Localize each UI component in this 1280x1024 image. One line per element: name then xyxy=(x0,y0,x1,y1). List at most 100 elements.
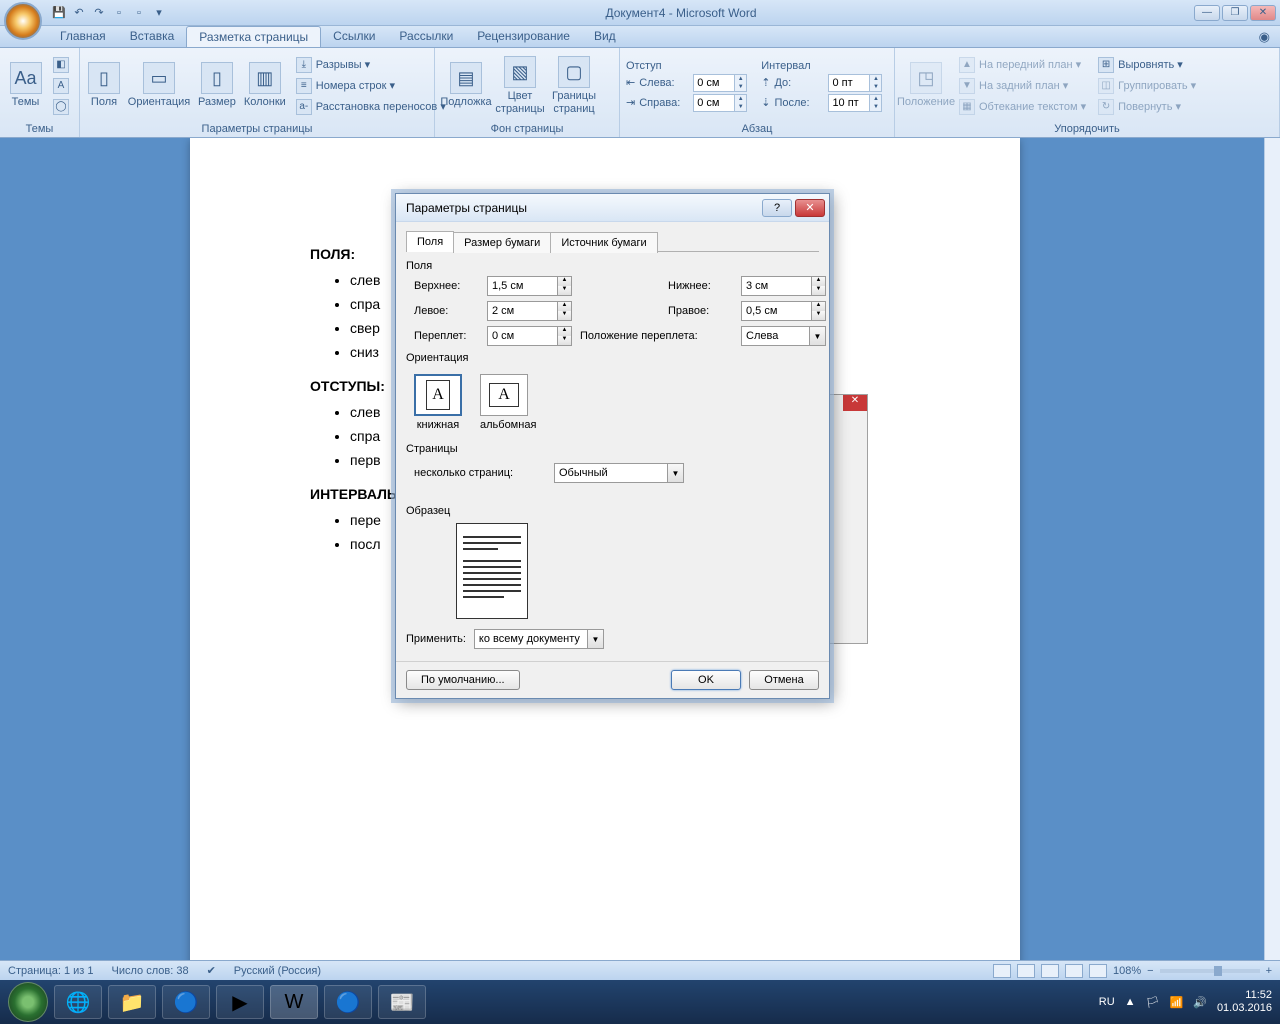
ok-button[interactable]: OK xyxy=(671,670,741,690)
qat-more-icon[interactable]: ▾ xyxy=(150,4,168,22)
tray-language[interactable]: RU xyxy=(1099,996,1115,1008)
status-language[interactable]: Русский (Россия) xyxy=(234,965,321,977)
status-page[interactable]: Страница: 1 из 1 xyxy=(8,965,94,977)
tray-network-icon[interactable]: 📶 xyxy=(1170,996,1184,1009)
theme-fonts-button[interactable]: A xyxy=(49,76,73,96)
taskbar-word[interactable]: W xyxy=(270,985,318,1019)
dialog-tab-source[interactable]: Источник бумаги xyxy=(550,232,657,253)
multi-pages-combo[interactable]: Обычный▼ xyxy=(554,463,684,483)
taskbar-explorer[interactable]: 📁 xyxy=(108,985,156,1019)
view-print-layout[interactable] xyxy=(993,964,1011,978)
watermark-icon: ▤ xyxy=(450,62,482,94)
tab-insert[interactable]: Вставка xyxy=(118,26,187,47)
margin-top-input[interactable] xyxy=(488,277,557,295)
theme-colors-button[interactable]: ◧ xyxy=(49,55,73,75)
columns-button[interactable]: ▥Колонки xyxy=(242,60,288,110)
themes-button[interactable]: AaТемы xyxy=(6,60,45,110)
gutter-pos-combo[interactable]: Слева▼ xyxy=(741,326,826,346)
vertical-scrollbar[interactable] xyxy=(1264,138,1280,960)
gutter-input[interactable] xyxy=(488,327,557,345)
orientation-button[interactable]: ▭Ориентация xyxy=(126,60,192,110)
spacing-before-spinner[interactable]: ▲▼ xyxy=(828,74,882,92)
spacing-after-spinner[interactable]: ▲▼ xyxy=(828,94,882,112)
close-button[interactable]: ✕ xyxy=(1250,5,1276,21)
tab-review[interactable]: Рецензирование xyxy=(465,26,582,47)
indent-right-input[interactable] xyxy=(694,97,734,109)
theme-effects-button[interactable]: ◯ xyxy=(49,97,73,117)
minimize-button[interactable]: — xyxy=(1194,5,1220,21)
breaks-button[interactable]: ⤓Разрывы ▾ xyxy=(292,55,450,75)
qat-icon[interactable]: ▫ xyxy=(130,4,148,22)
tray-flag-icon[interactable]: 🏳 xyxy=(1146,996,1160,1009)
spacing-after-input[interactable] xyxy=(829,97,869,109)
help-icon[interactable]: ◉ xyxy=(1259,29,1270,45)
page-borders-button[interactable]: ▢Границы страниц xyxy=(549,54,599,116)
hyphenation-button[interactable]: a-Расстановка переносов ▾ xyxy=(292,97,450,117)
save-icon[interactable]: 💾 xyxy=(50,4,68,22)
spacing-after-icon: ⇣ xyxy=(761,96,770,109)
tab-page-layout[interactable]: Разметка страницы xyxy=(186,26,321,47)
chevron-down-icon: ▼ xyxy=(587,630,603,648)
orientation-portrait[interactable]: A книжная xyxy=(414,374,462,431)
margins-button[interactable]: ▯Поля xyxy=(86,60,122,110)
tray-up-icon[interactable]: ▲ xyxy=(1125,996,1136,1008)
tab-view[interactable]: Вид xyxy=(582,26,628,47)
margin-right-spinner[interactable]: ▲▼ xyxy=(741,301,826,321)
view-draft[interactable] xyxy=(1089,964,1107,978)
dialog-close-button[interactable]: ✕ xyxy=(795,199,825,217)
indent-left-input[interactable] xyxy=(694,77,734,89)
undo-icon[interactable]: ↶ xyxy=(70,4,88,22)
close-icon[interactable]: ✕ xyxy=(843,395,867,411)
status-word-count[interactable]: Число слов: 38 xyxy=(112,965,189,977)
zoom-in-button[interactable]: + xyxy=(1266,965,1272,977)
office-button[interactable] xyxy=(4,2,42,40)
group-themes-label: Темы xyxy=(6,121,73,137)
taskbar-chrome-2[interactable]: 🔵 xyxy=(324,985,372,1019)
spacing-before-input[interactable] xyxy=(829,77,869,89)
tray-clock[interactable]: 11:52 01.03.2016 xyxy=(1217,989,1272,1015)
tab-references[interactable]: Ссылки xyxy=(321,26,387,47)
line-numbers-button[interactable]: ≡Номера строк ▾ xyxy=(292,76,450,96)
taskbar-app[interactable]: 📰 xyxy=(378,985,426,1019)
taskbar-chrome[interactable]: 🔵 xyxy=(162,985,210,1019)
indent-left-spinner[interactable]: ▲▼ xyxy=(693,74,747,92)
watermark-button[interactable]: ▤Подложка xyxy=(441,60,491,110)
redo-icon[interactable]: ↷ xyxy=(90,4,108,22)
size-button[interactable]: ▯Размер xyxy=(196,60,238,110)
gutter-spinner[interactable]: ▲▼ xyxy=(487,326,572,346)
margin-top-spinner[interactable]: ▲▼ xyxy=(487,276,572,296)
zoom-level[interactable]: 108% xyxy=(1113,965,1141,977)
qat-icon[interactable]: ▫ xyxy=(110,4,128,22)
view-web[interactable] xyxy=(1041,964,1059,978)
tab-mailings[interactable]: Рассылки xyxy=(387,26,465,47)
taskbar-ie[interactable]: 🌐 xyxy=(54,985,102,1019)
default-button[interactable]: По умолчанию... xyxy=(406,670,520,690)
start-button[interactable] xyxy=(8,982,48,1022)
apply-to-combo[interactable]: ко всему документу▼ xyxy=(474,629,604,649)
indent-right-spinner[interactable]: ▲▼ xyxy=(693,94,747,112)
cancel-button[interactable]: Отмена xyxy=(749,670,819,690)
dialog-help-button[interactable]: ? xyxy=(762,199,792,217)
align-button[interactable]: ⊞Выровнять ▾ xyxy=(1094,55,1200,75)
dialog-titlebar[interactable]: Параметры страницы ? ✕ xyxy=(396,194,829,222)
dialog-tab-margins[interactable]: Поля xyxy=(406,231,454,252)
margin-bottom-input[interactable] xyxy=(742,277,811,295)
maximize-button[interactable]: ❐ xyxy=(1222,5,1248,21)
zoom-slider[interactable] xyxy=(1160,969,1260,973)
margin-left-spinner[interactable]: ▲▼ xyxy=(487,301,572,321)
page-color-button[interactable]: ▧Цвет страницы xyxy=(495,54,545,116)
orientation-landscape[interactable]: A альбомная xyxy=(480,374,536,431)
quick-access-toolbar: 💾 ↶ ↷ ▫ ▫ ▾ xyxy=(50,4,168,22)
margin-right-input[interactable] xyxy=(742,302,811,320)
taskbar-media[interactable]: ▶ xyxy=(216,985,264,1019)
background-dialog: ✕ xyxy=(828,394,868,644)
view-outline[interactable] xyxy=(1065,964,1083,978)
margin-left-input[interactable] xyxy=(488,302,557,320)
tab-home[interactable]: Главная xyxy=(48,26,118,47)
status-spell-icon[interactable]: ✔ xyxy=(207,964,216,977)
view-full-screen[interactable] xyxy=(1017,964,1035,978)
tray-volume-icon[interactable]: 🔊 xyxy=(1193,996,1207,1009)
zoom-out-button[interactable]: − xyxy=(1147,965,1153,977)
margin-bottom-spinner[interactable]: ▲▼ xyxy=(741,276,826,296)
dialog-tab-paper[interactable]: Размер бумаги xyxy=(453,232,551,253)
